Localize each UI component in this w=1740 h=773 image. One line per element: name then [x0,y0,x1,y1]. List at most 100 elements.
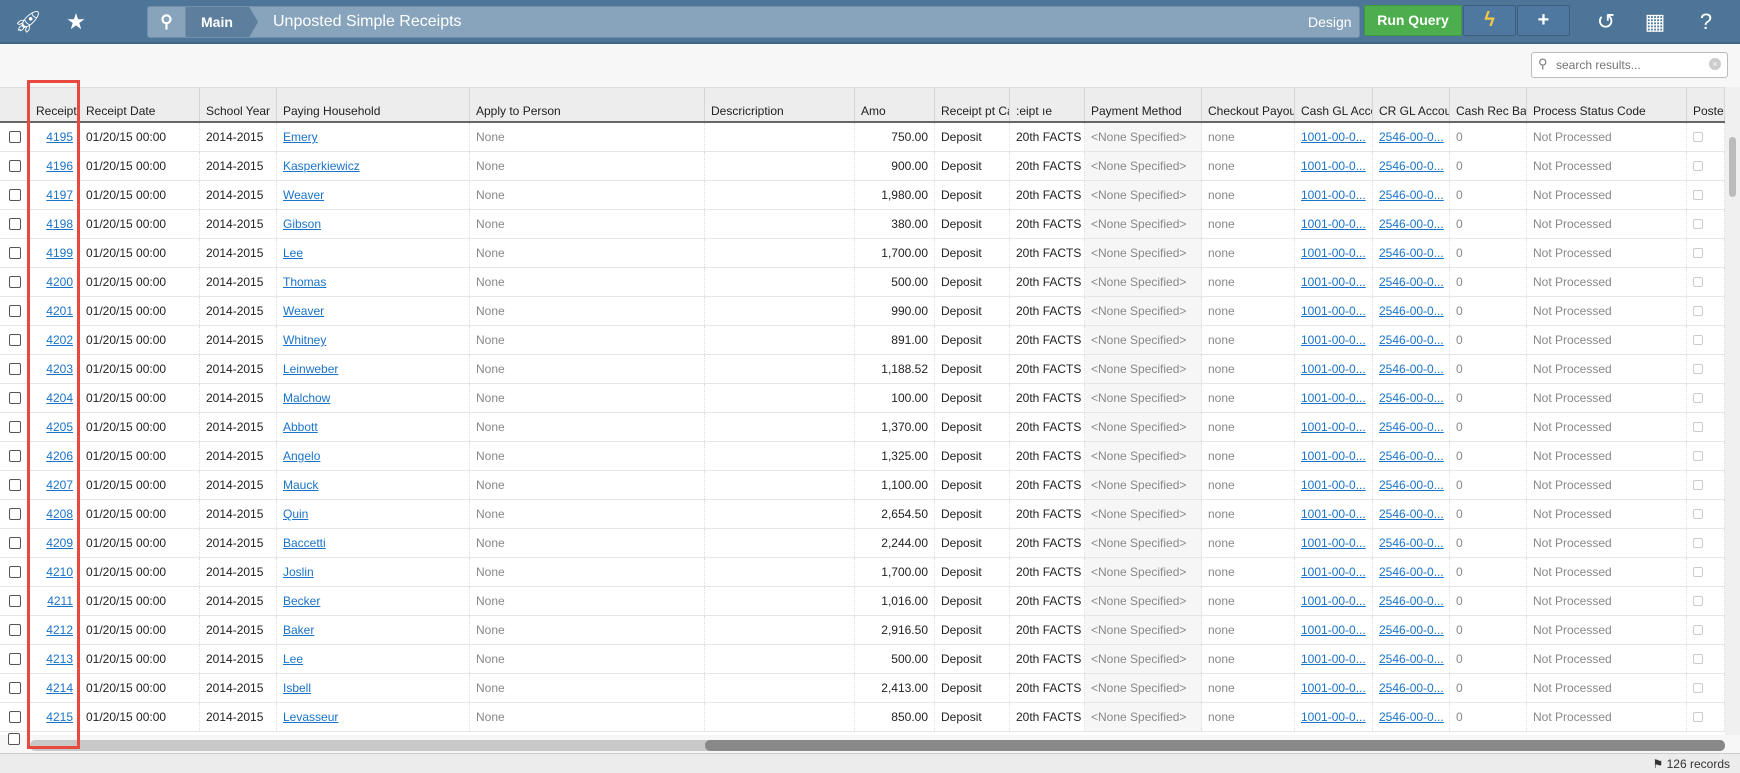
cell-cash_gl[interactable]: 1001-00-0... [1295,471,1373,499]
table-row[interactable]: 4201 01/20/15 00:00 2014-2015 Weaver None 990… [0,297,1725,326]
cash_gl-value[interactable]: 1001-00-0... [1301,159,1366,173]
row-checkbox[interactable] [9,682,21,694]
breadcrumb-main[interactable]: Main [186,7,258,37]
search-icon[interactable]: ⚲ [148,7,186,37]
cell-cash_gl[interactable]: 1001-00-0... [1295,297,1373,325]
table-row[interactable]: 4197 01/20/15 00:00 2014-2015 Weaver None 1,9… [0,181,1725,210]
cash_gl-value[interactable]: 1001-00-0... [1301,391,1366,405]
cell-hh[interactable]: Baccetti [277,529,470,557]
cash_gl-value[interactable]: 1001-00-0... [1301,681,1366,695]
cell-cr_gl[interactable]: 2546-00-0... [1373,210,1450,238]
design-link[interactable]: Design [1308,7,1352,37]
cr_gl-value[interactable]: 2546-00-0... [1379,478,1444,492]
cash_gl-value[interactable]: 1001-00-0... [1301,478,1366,492]
cell-hh[interactable]: Abbott [277,413,470,441]
row-checkbox[interactable] [9,189,21,201]
hh-value[interactable]: Weaver [283,188,324,202]
cell-cash_gl[interactable]: 1001-00-0... [1295,152,1373,180]
row-select[interactable] [0,442,30,470]
posted-checkbox[interactable] [1693,364,1703,374]
row-select[interactable] [0,645,30,673]
cell-cr_gl[interactable]: 2546-00-0... [1373,152,1450,180]
hh-value[interactable]: Isbell [283,681,311,695]
cash_gl-value[interactable]: 1001-00-0... [1301,130,1366,144]
cell-hh[interactable]: Lee [277,239,470,267]
cell-cash_gl[interactable]: 1001-00-0... [1295,500,1373,528]
cell-id[interactable]: 4208 [30,500,80,528]
posted-checkbox[interactable] [1693,277,1703,287]
cell-hh[interactable]: Leinweber [277,355,470,383]
cell-cr_gl[interactable]: 2546-00-0... [1373,500,1450,528]
vertical-scroll-thumb[interactable] [1729,137,1736,197]
cell-id[interactable]: 4209 [30,529,80,557]
cash_gl-value[interactable]: 1001-00-0... [1301,217,1366,231]
cell-cash_gl[interactable]: 1001-00-0... [1295,442,1373,470]
column-header[interactable]: Postec [1687,88,1725,121]
cell-id[interactable]: 4200 [30,268,80,296]
table-row[interactable]: 4206 01/20/15 00:00 2014-2015 Angelo None 1,3… [0,442,1725,471]
posted-checkbox[interactable] [1693,596,1703,606]
cash_gl-value[interactable]: 1001-00-0... [1301,333,1366,347]
hh-value[interactable]: Mauck [283,478,318,492]
id-value[interactable]: 4200 [46,275,73,289]
cell-hh[interactable]: Isbell [277,674,470,702]
id-value[interactable]: 4196 [46,159,73,173]
column-header[interactable]: Process Status Code [1527,88,1687,121]
help-icon[interactable]: ? [1692,8,1720,36]
cell-id[interactable]: 4204 [30,384,80,412]
cell-cr_gl[interactable]: 2546-00-0... [1373,384,1450,412]
row-select[interactable] [0,674,30,702]
cell-cash_gl[interactable]: 1001-00-0... [1295,703,1373,731]
row-checkbox[interactable] [9,711,21,723]
column-header[interactable]: Paying Household [277,88,470,121]
star-icon[interactable]: ★ [62,8,90,36]
row-select[interactable] [0,239,30,267]
cell-cr_gl[interactable]: 2546-00-0... [1373,123,1450,151]
hh-value[interactable]: Leinweber [283,362,338,376]
cr_gl-value[interactable]: 2546-00-0... [1379,710,1444,724]
table-row[interactable]: 4209 01/20/15 00:00 2014-2015 Baccetti None 2… [0,529,1725,558]
horizontal-scroll-thumb[interactable] [705,740,1725,751]
cell-cr_gl[interactable]: 2546-00-0... [1373,297,1450,325]
horizontal-scrollbar[interactable] [30,740,1725,751]
posted-checkbox[interactable] [1693,712,1703,722]
row-select[interactable] [0,413,30,441]
cash_gl-value[interactable]: 1001-00-0... [1301,362,1366,376]
cell-cr_gl[interactable]: 2546-00-0... [1373,645,1450,673]
cell-id[interactable]: 4198 [30,210,80,238]
row-checkbox[interactable] [9,276,21,288]
cell-cash_gl[interactable]: 1001-00-0... [1295,268,1373,296]
cell-cr_gl[interactable]: 2546-00-0... [1373,674,1450,702]
cr_gl-value[interactable]: 2546-00-0... [1379,304,1444,318]
hh-value[interactable]: Becker [283,594,320,608]
cell-cr_gl[interactable]: 2546-00-0... [1373,355,1450,383]
row-checkbox[interactable] [9,247,21,259]
cr_gl-value[interactable]: 2546-00-0... [1379,333,1444,347]
cell-cash_gl[interactable]: 1001-00-0... [1295,616,1373,644]
cell-id[interactable]: 4197 [30,181,80,209]
row-select[interactable] [0,355,30,383]
cr_gl-value[interactable]: 2546-00-0... [1379,391,1444,405]
id-value[interactable]: 4213 [46,652,73,666]
cell-cash_gl[interactable]: 1001-00-0... [1295,239,1373,267]
row-select[interactable] [0,152,30,180]
id-value[interactable]: 4210 [46,565,73,579]
posted-checkbox[interactable] [1693,190,1703,200]
id-value[interactable]: 4214 [46,681,73,695]
cell-cr_gl[interactable]: 2546-00-0... [1373,181,1450,209]
posted-checkbox[interactable] [1693,625,1703,635]
cash_gl-value[interactable]: 1001-00-0... [1301,188,1366,202]
column-header[interactable]: Payment Method [1085,88,1202,121]
cash_gl-value[interactable]: 1001-00-0... [1301,275,1366,289]
cr_gl-value[interactable]: 2546-00-0... [1379,565,1444,579]
row-checkbox[interactable] [9,595,21,607]
cell-cash_gl[interactable]: 1001-00-0... [1295,210,1373,238]
id-value[interactable]: 4198 [46,217,73,231]
hh-value[interactable]: Emery [283,130,318,144]
cash_gl-value[interactable]: 1001-00-0... [1301,594,1366,608]
table-row[interactable]: 4198 01/20/15 00:00 2014-2015 Gibson None 380… [0,210,1725,239]
cell-hh[interactable]: Angelo [277,442,470,470]
id-value[interactable]: 4211 [47,594,73,608]
table-row[interactable]: 4212 01/20/15 00:00 2014-2015 Baker None 2,91… [0,616,1725,645]
clear-icon[interactable]: × [1709,58,1721,70]
